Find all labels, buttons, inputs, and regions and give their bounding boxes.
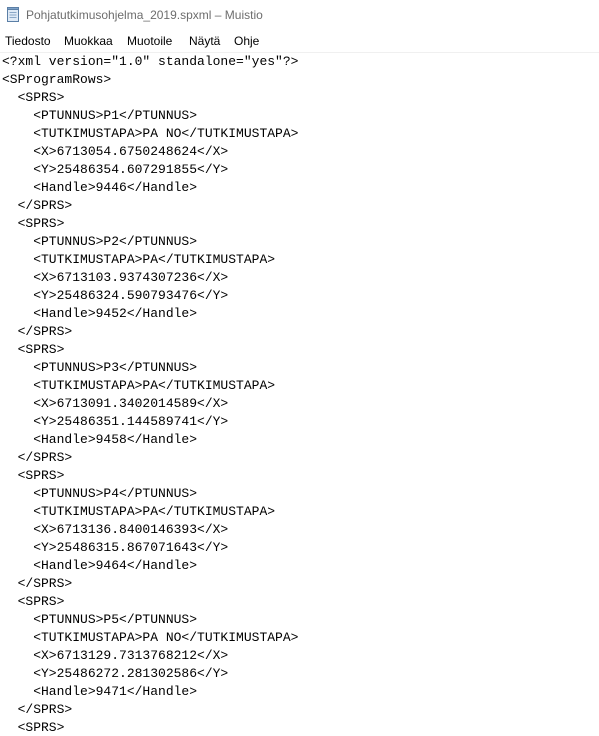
menu-bar: Tiedosto Muokkaa Muotoile Näytä Ohje <box>0 32 599 53</box>
text-line: <PTUNNUS>P1</PTUNNUS> <box>2 108 198 123</box>
text-line: <SPRS> <box>2 720 65 735</box>
text-line: <Handle>9458</Handle> <box>2 432 198 447</box>
text-line: </SPRS> <box>2 198 73 213</box>
text-line: <Handle>9446</Handle> <box>2 180 198 195</box>
menu-view[interactable]: Näytä <box>189 34 220 48</box>
text-line: <PTUNNUS>P2</PTUNNUS> <box>2 234 198 249</box>
text-line: <X>6713136.8400146393</X> <box>2 522 229 537</box>
text-line: </SPRS> <box>2 450 73 465</box>
text-line: </SPRS> <box>2 576 73 591</box>
menu-help[interactable]: Ohje <box>234 34 259 48</box>
text-line: <Handle>9471</Handle> <box>2 684 198 699</box>
text-line: <SPRS> <box>2 342 65 357</box>
text-line: </SPRS> <box>2 324 73 339</box>
text-line: <Handle>9464</Handle> <box>2 558 198 573</box>
notepad-window: Pohjatutkimusohjelma_2019.spxml – Muisti… <box>0 0 599 736</box>
text-line: <PTUNNUS>P3</PTUNNUS> <box>2 360 198 375</box>
menu-format[interactable]: Muotoile <box>127 34 172 48</box>
text-line: <TUTKIMUSTAPA>PA</TUTKIMUSTAPA> <box>2 378 276 393</box>
text-line: <X>6713091.3402014589</X> <box>2 396 229 411</box>
title-bar[interactable]: Pohjatutkimusohjelma_2019.spxml – Muisti… <box>0 0 599 30</box>
text-line: <SPRS> <box>2 90 65 105</box>
menu-edit[interactable]: Muokkaa <box>64 34 113 48</box>
text-line: <Y>25486272.281302586</Y> <box>2 666 229 681</box>
text-line: <Handle>9452</Handle> <box>2 306 198 321</box>
notepad-icon <box>7 7 19 22</box>
text-line: <Y>25486324.590793476</Y> <box>2 288 229 303</box>
text-line: </SPRS> <box>2 702 73 717</box>
text-line: <SPRS> <box>2 468 65 483</box>
text-line: <X>6713054.6750248624</X> <box>2 144 229 159</box>
text-line: <TUTKIMUSTAPA>PA</TUTKIMUSTAPA> <box>2 504 276 519</box>
text-line: <PTUNNUS>P4</PTUNNUS> <box>2 486 198 501</box>
menu-file[interactable]: Tiedosto <box>5 34 51 48</box>
text-line: <SProgramRows> <box>2 72 112 87</box>
text-line: <X>6713129.7313768212</X> <box>2 648 229 663</box>
text-line: <Y>25486351.144589741</Y> <box>2 414 229 429</box>
text-line: <?xml version="1.0" standalone="yes"?> <box>2 54 299 69</box>
text-line: <TUTKIMUSTAPA>PA NO</TUTKIMUSTAPA> <box>2 630 299 645</box>
text-line: <SPRS> <box>2 594 65 609</box>
window-title: Pohjatutkimusohjelma_2019.spxml – Muisti… <box>26 8 263 22</box>
text-line: <SPRS> <box>2 216 65 231</box>
text-line: <TUTKIMUSTAPA>PA NO</TUTKIMUSTAPA> <box>2 126 299 141</box>
text-line: <Y>25486315.867071643</Y> <box>2 540 229 555</box>
text-editor[interactable]: <?xml version="1.0" standalone="yes"?> <… <box>0 53 599 736</box>
text-line: <TUTKIMUSTAPA>PA</TUTKIMUSTAPA> <box>2 252 276 267</box>
text-line: <X>6713103.9374307236</X> <box>2 270 229 285</box>
text-line: <PTUNNUS>P5</PTUNNUS> <box>2 612 198 627</box>
text-line: <Y>25486354.607291855</Y> <box>2 162 229 177</box>
